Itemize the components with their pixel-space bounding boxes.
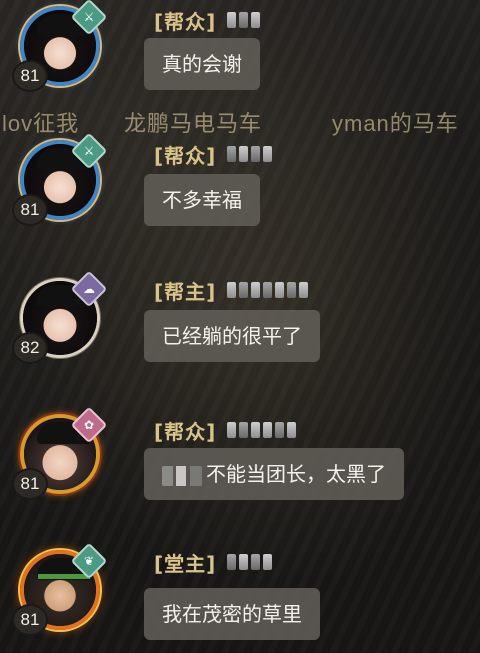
blurred-name <box>227 421 299 440</box>
rank-label: [帮主] <box>154 280 217 304</box>
message-bubble[interactable]: 已经躺的很平了 <box>144 310 320 362</box>
message-bubble[interactable]: 真的会谢 <box>144 38 260 90</box>
player-avatar[interactable]: ✿ 81 <box>14 406 114 510</box>
blurred-mention <box>162 465 202 486</box>
player-avatar[interactable]: ⚔ 81 <box>14 0 114 102</box>
blurred-name <box>227 145 275 164</box>
sword-icon: ⚔ <box>83 10 95 24</box>
level-badge: 81 <box>14 196 46 224</box>
level-badge: 81 <box>14 470 46 498</box>
blurred-name <box>227 11 263 30</box>
message-text: 真的会谢 <box>162 52 242 76</box>
level-badge: 81 <box>14 62 46 90</box>
headband-icon <box>38 574 90 579</box>
sender-name-line[interactable]: [帮众] <box>154 140 275 168</box>
rank-label: [堂主] <box>154 552 217 576</box>
sender-name-line[interactable]: [帮主] <box>154 276 311 304</box>
blurred-name <box>227 553 275 572</box>
leaf-icon: ❦ <box>83 554 95 568</box>
player-avatar[interactable]: ⚔ 81 <box>14 132 114 236</box>
level-badge: 81 <box>14 606 46 634</box>
message-bubble[interactable]: 我在茂密的草里 <box>144 588 320 640</box>
blurred-name <box>227 281 311 300</box>
marquee-right-text: yman的马车 <box>332 111 459 136</box>
game-chat-panel: lov征我 龙鹏马电马车 yman的马车 ⚔ 81 [帮众] 真的会谢 ⚔ 81… <box>0 0 480 653</box>
player-avatar[interactable]: ❦ 81 <box>14 542 114 646</box>
sender-name-line[interactable]: [帮众] <box>154 416 299 444</box>
sword-icon: ⚔ <box>83 144 95 158</box>
message-text: 已经躺的很平了 <box>162 324 302 348</box>
lotus-icon: ✿ <box>83 418 95 432</box>
player-avatar[interactable]: ☁ 82 <box>14 270 114 374</box>
message-text: 不能当团长，太黑了 <box>206 462 386 486</box>
rank-label: [帮众] <box>154 144 217 168</box>
rank-label: [帮众] <box>154 420 217 444</box>
message-bubble[interactable]: 不多幸福 <box>144 174 260 226</box>
message-text: 不多幸福 <box>162 188 242 212</box>
marquee-left-text: lov征我 <box>2 111 80 136</box>
sender-name-line[interactable]: [帮众] <box>154 6 263 34</box>
sender-name-line[interactable]: [堂主] <box>154 548 275 576</box>
message-text: 我在茂密的草里 <box>162 602 302 626</box>
cloud-icon: ☁ <box>83 282 95 296</box>
rank-label: [帮众] <box>154 10 217 34</box>
message-bubble[interactable]: 不能当团长，太黑了 <box>144 448 404 500</box>
level-badge: 82 <box>14 334 46 362</box>
marquee-middle-text: 龙鹏马电马车 <box>124 111 263 136</box>
